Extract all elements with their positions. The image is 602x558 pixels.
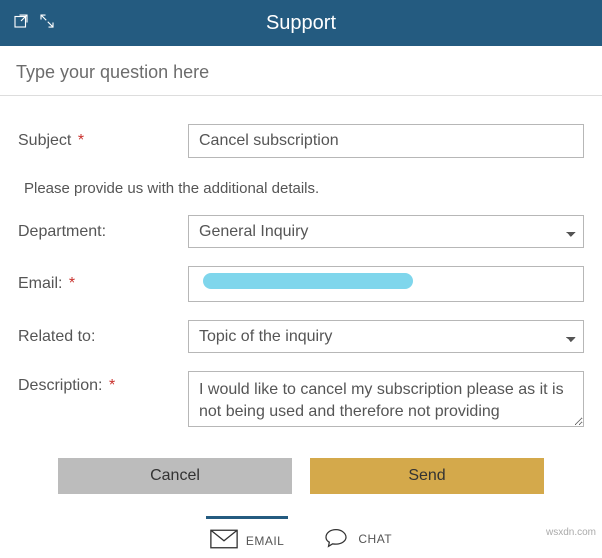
cancel-button[interactable]: Cancel [58,458,292,494]
redacted-email [203,273,413,289]
email-field[interactable] [188,266,584,302]
subject-label: Subject * [18,132,188,150]
subject-label-text: Subject [18,132,71,149]
tab-chat-label: CHAT [358,532,392,546]
department-select[interactable]: General Inquiry [188,215,584,248]
description-label: Description: * [18,371,188,395]
subject-input[interactable] [188,124,584,158]
helper-text: Please provide us with the additional de… [24,180,584,197]
required-mark: * [109,377,115,394]
description-label-text: Description: [18,377,102,394]
header-icons [0,12,56,35]
related-row: Related to: Topic of the inquiry [18,320,584,353]
department-row: Department: General Inquiry [18,215,584,248]
chat-icon [322,528,350,551]
email-row: Email: * [18,266,584,302]
support-form: Subject * Please provide us with the add… [0,96,602,558]
description-textarea[interactable] [188,371,584,427]
related-label: Related to: [18,328,188,346]
popout-icon[interactable] [12,12,30,35]
expand-icon[interactable] [38,12,56,35]
email-label-text: Email: [18,275,62,292]
tab-email-label: EMAIL [246,534,285,548]
mail-icon [210,529,238,552]
button-row: Cancel Send [58,458,544,494]
search-input[interactable]: Type your question here [0,46,602,96]
subject-row: Subject * [18,124,584,158]
tab-email[interactable]: EMAIL [206,516,289,558]
email-label: Email: * [18,275,188,293]
page-title: Support [0,12,602,35]
watermark: wsxdn.com [546,527,596,538]
send-button[interactable]: Send [310,458,544,494]
channel-tabs: EMAIL CHAT [18,516,584,558]
description-row: Description: * [18,371,584,432]
required-mark: * [69,275,75,292]
department-label: Department: [18,223,188,241]
header: Support [0,0,602,46]
tab-chat[interactable]: CHAT [318,518,396,557]
related-select[interactable]: Topic of the inquiry [188,320,584,353]
required-mark: * [78,132,84,149]
